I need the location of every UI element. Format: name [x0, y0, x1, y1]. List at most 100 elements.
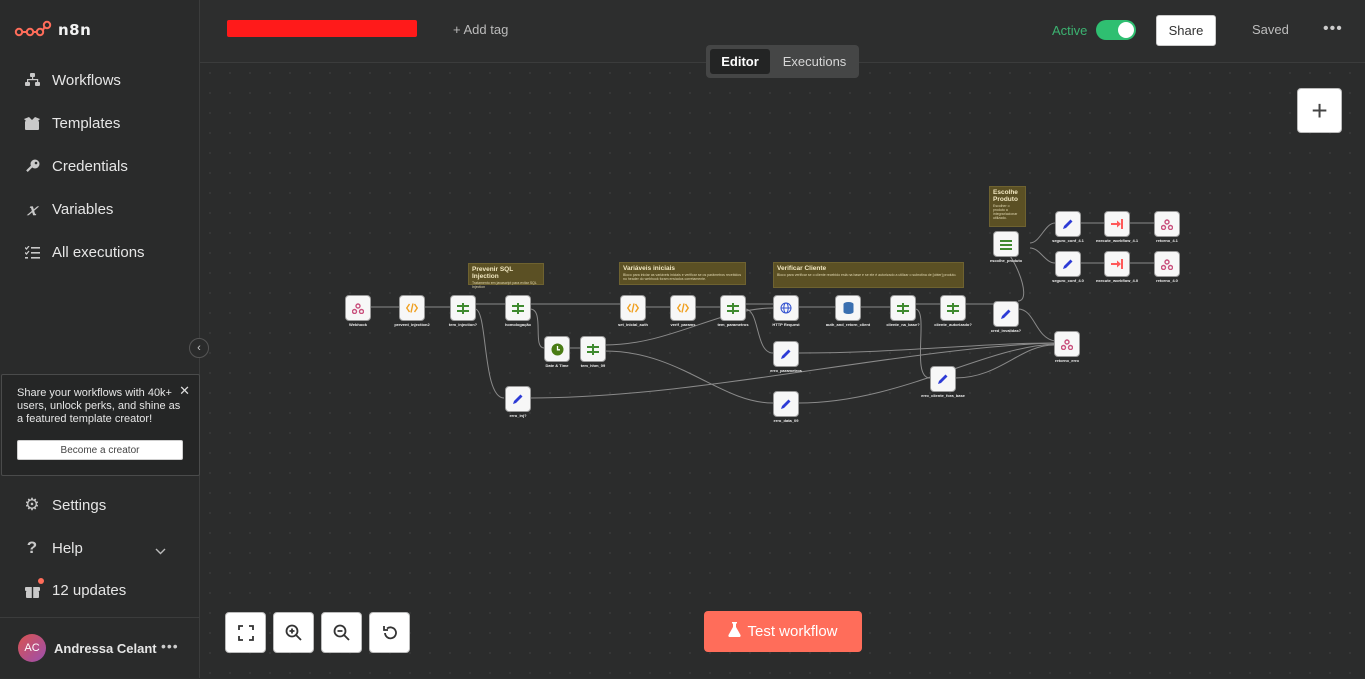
add-node-button[interactable]: +	[1297, 88, 1342, 133]
sidebar-item-label: 12 updates	[52, 581, 127, 599]
if-icon	[947, 302, 959, 314]
sidebar-item-workflows[interactable]: Workflows	[0, 64, 199, 96]
avatar: AC	[18, 634, 46, 662]
workflow-node[interactable]	[1154, 211, 1180, 237]
webhook-icon	[1161, 218, 1173, 230]
workflow-node-label: set_inicial_auth	[617, 322, 649, 327]
workflow-node[interactable]	[399, 295, 425, 321]
workflow-node[interactable]	[993, 231, 1019, 257]
zoom-in-button[interactable]	[273, 612, 314, 653]
tab-executions[interactable]: Executions	[774, 49, 855, 74]
share-button[interactable]: Share	[1156, 15, 1216, 46]
workflow-node[interactable]	[930, 366, 956, 392]
active-toggle[interactable]	[1096, 20, 1136, 40]
workflow-node[interactable]	[345, 295, 371, 321]
code-icon	[406, 303, 418, 313]
list-icon	[23, 243, 41, 261]
close-icon[interactable]: ✕	[179, 383, 190, 399]
workflow-node[interactable]	[1104, 251, 1130, 277]
sidebar-item-label: All executions	[52, 243, 145, 261]
workflow-node-label: escolhe_produto	[989, 258, 1023, 263]
sidebar-item-settings[interactable]: ⚙ Settings	[0, 490, 199, 520]
creator-promo-card: Share your workflows with 40k+ users, un…	[1, 374, 200, 476]
workflow-node-label: auth_and_retorn_client	[825, 322, 871, 327]
webhook-icon	[352, 302, 364, 314]
sticky-description: Tratamento em javascript para evitar SQL…	[472, 281, 537, 289]
sidebar-item-updates[interactable]: 12 updates	[0, 575, 199, 605]
zoom-out-button[interactable]	[321, 612, 362, 653]
sticky-note[interactable]: Prevenir SQL Injection Tratamento em jav…	[468, 263, 544, 289]
workflow-node[interactable]	[1055, 211, 1081, 237]
sidebar-item-variables[interactable]: 𝑥 Variables	[0, 193, 199, 225]
webhook-icon	[1061, 338, 1073, 350]
set-icon	[512, 393, 524, 405]
sticky-description: Bloco para verificar se o cliente recebi…	[777, 273, 957, 277]
workflow-canvas[interactable]: Prevenir SQL Injection Tratamento em jav…	[200, 63, 1365, 678]
workflow-node-label: erro_parametros	[770, 368, 802, 373]
workflow-node-label: seguro_conf_4.1	[1052, 238, 1084, 243]
sidebar-item-templates[interactable]: Templates	[0, 107, 199, 139]
workflow-node[interactable]	[620, 295, 646, 321]
workflow-node[interactable]	[1154, 251, 1180, 277]
sticky-description: Bloco para iniciar as variáveis iniciais…	[623, 273, 742, 281]
if-icon	[457, 302, 469, 314]
become-creator-button[interactable]: Become a creator	[17, 440, 183, 460]
sticky-description: Escolher o produto a integrar/acionar ut…	[993, 204, 1018, 220]
if-icon	[512, 302, 524, 314]
workflow-node[interactable]	[505, 295, 531, 321]
more-options-icon[interactable]: •••	[161, 638, 179, 654]
sticky-title: Verificar Cliente	[777, 265, 827, 272]
more-icon[interactable]: •••	[1323, 20, 1343, 38]
set-icon	[780, 348, 792, 360]
sidebar-item-label: Workflows	[52, 71, 121, 89]
webhook-icon	[1161, 258, 1173, 270]
test-workflow-button[interactable]: Test workflow	[704, 611, 862, 652]
user-menu[interactable]: AC Andressa Celant •••	[0, 617, 199, 679]
workflow-node[interactable]	[544, 336, 570, 362]
workflow-node-label: tem_hhm_09	[580, 363, 606, 368]
reset-zoom-button[interactable]	[369, 612, 410, 653]
globe-icon	[780, 302, 792, 314]
sticky-title: Prevenir SQL Injection	[472, 266, 514, 280]
variables-icon: 𝑥	[27, 199, 37, 219]
workflow-node[interactable]	[993, 301, 1019, 327]
user-name: Andressa Celant	[54, 641, 157, 656]
workflow-node[interactable]	[773, 391, 799, 417]
fullscreen-icon	[237, 624, 254, 641]
workflow-node[interactable]	[505, 386, 531, 412]
sticky-note[interactable]: Escolhe Produto Escolher o produto a int…	[989, 186, 1026, 227]
collapse-sidebar-button[interactable]: ‹	[189, 338, 209, 358]
workflow-node[interactable]	[670, 295, 696, 321]
workflow-node[interactable]	[773, 295, 799, 321]
add-tag-button[interactable]: + Add tag	[453, 22, 508, 37]
workflow-name-redacted[interactable]	[227, 20, 417, 37]
test-workflow-label: Test workflow	[747, 623, 838, 640]
sticky-title: Variáveis iniciais	[623, 265, 676, 272]
workflow-node-label: homologação	[504, 322, 532, 327]
workflow-node-label: retorno_erro	[1054, 358, 1080, 363]
sidebar-item-help[interactable]: ? Help	[0, 533, 199, 563]
workflow-node[interactable]	[1104, 211, 1130, 237]
workflow-node[interactable]	[720, 295, 746, 321]
sidebar-item-credentials[interactable]: Credentials	[0, 150, 199, 182]
workflow-node-label: Date & Time	[545, 363, 569, 368]
sticky-title: Escolhe Produto	[993, 189, 1018, 203]
sidebar-item-label: Help	[52, 539, 83, 557]
workflow-node[interactable]	[773, 341, 799, 367]
workflow-node[interactable]	[450, 295, 476, 321]
sticky-note[interactable]: Variáveis iniciais Bloco para iniciar as…	[619, 262, 746, 285]
tab-editor[interactable]: Editor	[710, 49, 770, 74]
set-icon	[1062, 258, 1074, 270]
sidebar-item-all-executions[interactable]: All executions	[0, 236, 199, 268]
workflow-node[interactable]	[1055, 251, 1081, 277]
app-logo[interactable]: n8n	[14, 20, 91, 40]
workflow-node[interactable]	[1054, 331, 1080, 357]
key-icon	[23, 157, 41, 175]
workflow-node[interactable]	[890, 295, 916, 321]
workflow-node[interactable]	[580, 336, 606, 362]
n8n-logo-icon	[14, 20, 52, 37]
workflow-node[interactable]	[835, 295, 861, 321]
fullscreen-button[interactable]	[225, 612, 266, 653]
workflow-node[interactable]	[940, 295, 966, 321]
sticky-note[interactable]: Verificar Cliente Bloco para verificar s…	[773, 262, 964, 288]
